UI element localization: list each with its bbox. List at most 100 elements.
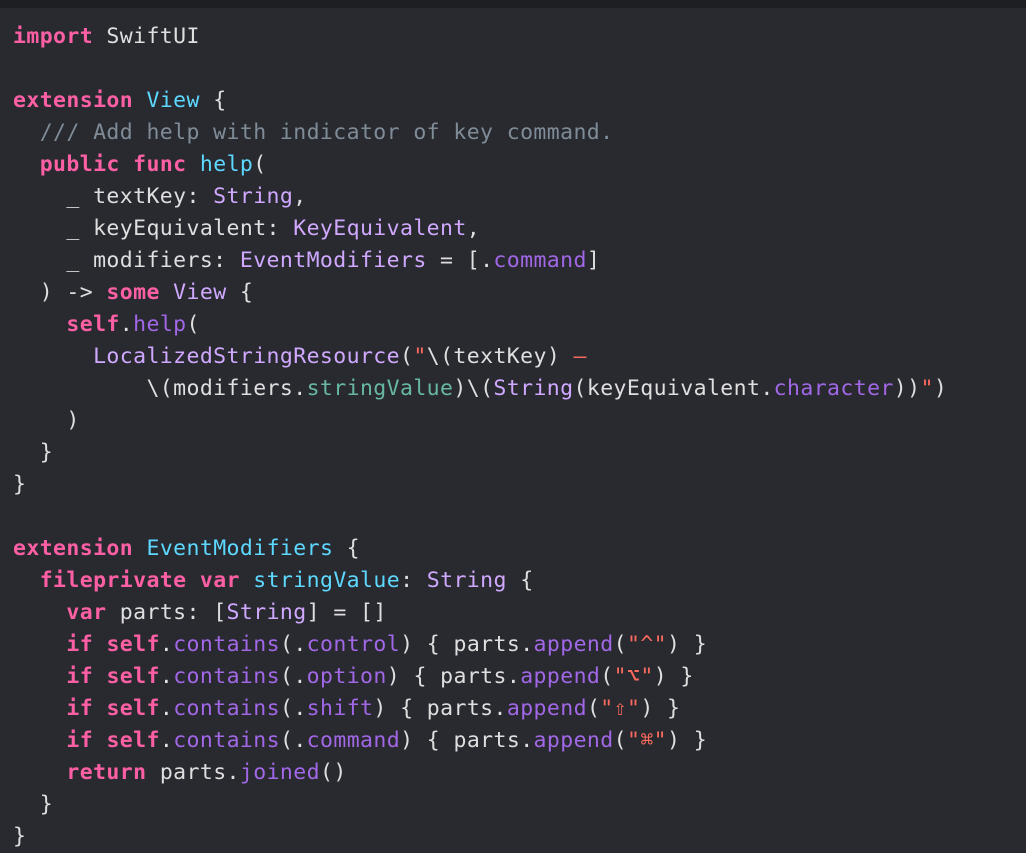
keyword-token: self [106,632,160,657]
function-token: append [506,696,587,721]
function-token: character [773,376,894,401]
keyword-token: public [39,152,120,177]
plain-token: (. [279,696,307,721]
plain-token: . [159,632,174,657]
code-line: if self.contains(.control) { parts.appen… [13,629,947,661]
plain-token: : [400,568,427,593]
keyword-token: return [66,760,147,785]
declaration-token: View [146,88,200,113]
type-token: String [213,184,294,209]
function-token: command [493,248,587,273]
property-token: stringValue [306,376,454,401]
plain-token: . [159,664,174,689]
code-line: if self.contains(.command) { parts.appen… [13,725,947,757]
plain-token: ] = [] [306,600,387,625]
keyword-token: var [199,568,240,593]
function-token: append [533,632,614,657]
plain-token: (. [279,664,307,689]
code-line: } [13,469,947,501]
plain-token: ) } [653,664,694,689]
function-token: shift [306,696,374,721]
code-line: LocalizedStringResource("\(textKey) — [13,341,947,373]
function-token: control [306,632,401,657]
code-line: } [13,789,947,821]
function-token: option [306,664,387,689]
plain-token: ) [13,408,80,433]
plain-token: \(modifiers. [13,376,307,401]
keyword-token: some [106,280,160,305]
plain-token: ( [600,664,614,689]
keyword-token: extension [13,88,134,113]
code-line: public func help( [13,149,947,181]
code-line: /// Add help with indicator of key comma… [13,117,947,149]
plain-token: ) { parts. [400,632,534,657]
plain-token: ( [253,152,267,177]
plain-token: parts. [146,760,240,785]
code-editor[interactable]: import SwiftUI extension View { /// Add … [0,0,1026,849]
plain-token: ( [186,312,200,337]
code-line: return parts.joined() [13,757,947,789]
plain-token: } [13,824,27,849]
code-line: } [13,821,947,853]
plain-token: ( [613,728,627,753]
plain-token: . [159,728,174,753]
plain-token: ) -> [13,280,107,305]
plain-token: ( [586,696,601,721]
type-token: View [173,280,227,305]
code-line: extension View { [13,85,947,117]
keyword-token: self [106,728,160,753]
plain-token: . [159,696,174,721]
plain-token: _ textKey: [13,184,214,209]
source-code[interactable]: import SwiftUI extension View { /// Add … [13,21,947,853]
code-line: import SwiftUI [13,21,947,53]
plain-token: ) } [667,728,708,753]
code-line: \(modifiers.stringValue)\(String(keyEqui… [13,373,947,405]
plain-token: parts: [ [106,600,227,625]
string-token: "^" [626,632,668,657]
keyword-token: if [66,728,94,753]
plain-token: } [13,472,27,497]
comment-token: /// Add help with indicator of key comma… [39,120,614,145]
plain-token: } [13,440,54,465]
keyword-token: if [66,664,94,689]
plain-token: () [319,760,347,785]
plain-token: ) [933,376,948,401]
type-token: String [493,376,574,401]
function-token: contains [173,632,280,657]
plain-token: ) { parts. [400,728,534,753]
plain-token: _ modifiers: [13,248,240,273]
function-token: contains [173,696,280,721]
code-line: _ modifiers: EventModifiers = [.command] [13,245,947,277]
code-line: } [13,437,947,469]
string-token: " [920,376,934,401]
plain-token: )) [893,376,921,401]
keyword-token: var [66,600,107,625]
string-token: "⌘" [626,728,668,753]
function-token: joined [239,760,320,785]
declaration-token: help [199,152,254,177]
plain-token: SwiftUI [93,24,200,49]
function-token: append [520,664,601,689]
plain-token: ) } [667,632,708,657]
keyword-token: if [66,632,94,657]
keyword-token: self [66,312,120,337]
plain-token: (keyEquivalent. [573,376,774,401]
code-line: ) [13,405,947,437]
plain-token: ) } [640,696,681,721]
code-line: if self.contains(.option) { parts.append… [13,661,947,693]
keyword-token: import [13,24,94,49]
